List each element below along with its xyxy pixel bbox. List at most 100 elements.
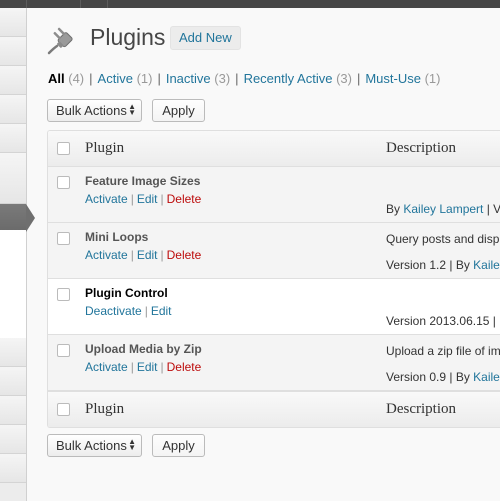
row-actions: Activate | Edit | Delete (85, 192, 201, 206)
filter-all[interactable]: All (4) (48, 71, 84, 86)
plugin-description: Upload a zip file of im (386, 344, 500, 358)
row-actions: Deactivate | Edit (85, 304, 172, 318)
edit-link[interactable]: Edit (137, 248, 158, 262)
edit-link[interactable]: Edit (151, 304, 172, 318)
row-checkbox[interactable] (57, 232, 70, 245)
filter-label: Must-Use (365, 71, 421, 86)
delete-link[interactable]: Delete (167, 248, 202, 262)
author-link[interactable]: Kaile (473, 370, 500, 384)
admin-menu-item[interactable] (0, 153, 26, 204)
meta-prefix: By (386, 202, 404, 216)
select-all-checkbox[interactable] (57, 403, 70, 416)
filter-count: (1) (424, 71, 441, 86)
admin-menu-item[interactable] (0, 95, 26, 124)
current-menu-arrow (26, 204, 35, 232)
filter-label: All (48, 71, 65, 86)
plugin-name: Upload Media by Zip (85, 342, 202, 356)
table-footer: Plugin Description (48, 391, 500, 427)
row-checkbox[interactable] (57, 176, 70, 189)
plug-icon (46, 22, 80, 56)
row-checkbox[interactable] (57, 344, 70, 357)
meta-prefix: Version 1.2 | By (386, 258, 474, 272)
filter-recently-active[interactable]: Recently Active (3) (244, 71, 352, 86)
admin-menu-item[interactable] (0, 66, 26, 95)
filter-separator: | (235, 71, 239, 86)
plugins-table: Plugin Description Feature Image Sizes A… (47, 130, 500, 428)
activate-link[interactable]: Activate (85, 248, 128, 262)
edit-link[interactable]: Edit (137, 360, 158, 374)
table-row: Upload Media by Zip Activate | Edit | Delete… (48, 335, 500, 391)
admin-menu-item[interactable] (0, 124, 26, 153)
author-link[interactable]: Kaile (473, 258, 500, 272)
add-new-button[interactable]: Add New (170, 26, 241, 50)
bulk-actions-label: Bulk Actions (56, 103, 127, 118)
delete-link[interactable]: Delete (167, 192, 202, 206)
table-row: Mini Loops Activate | Edit | Delete Query po… (48, 223, 500, 279)
row-actions: Activate | Edit | Delete (85, 360, 201, 374)
action-separator: | (130, 192, 134, 206)
filter-must-use[interactable]: Must-Use (1) (365, 71, 440, 86)
activate-link[interactable]: Activate (85, 360, 128, 374)
plugin-name: Mini Loops (85, 230, 149, 244)
filter-active[interactable]: Active (1) (98, 71, 153, 86)
filter-label: Inactive (165, 71, 211, 86)
status-filter-links: All (4) | Active (1) | Inactive (3) | Recently… (48, 71, 440, 86)
plugin-meta: Version 2013.06.15 | (386, 314, 496, 328)
filter-separator: | (157, 71, 161, 86)
filter-count: (4) (68, 71, 85, 86)
action-separator: | (130, 360, 134, 374)
admin-menu-item[interactable] (0, 338, 26, 367)
admin-menu-item[interactable] (0, 37, 26, 66)
admin-bar-divider (80, 0, 81, 8)
admin-menu-item[interactable] (0, 367, 26, 396)
column-description[interactable]: Description (386, 140, 456, 157)
apply-button[interactable]: Apply (152, 99, 205, 122)
row-checkbox[interactable] (57, 288, 70, 301)
filter-count: (3) (336, 71, 352, 86)
filter-label: Recently Active (243, 71, 333, 86)
filter-label: Active (97, 71, 133, 86)
admin-bar-divider (26, 0, 27, 8)
plugin-description: Query posts and disp (386, 232, 500, 246)
meta-suffix: | V (483, 202, 500, 216)
table-row: Feature Image Sizes Activate | Edit | Delete… (48, 167, 500, 223)
page-title: Plugins (90, 24, 166, 50)
plugin-name: Plugin Control (85, 286, 168, 300)
row-actions: Activate | Edit | Delete (85, 248, 201, 262)
column-plugin[interactable]: Plugin (85, 140, 124, 157)
action-separator: | (160, 360, 164, 374)
delete-link[interactable]: Delete (167, 360, 202, 374)
plugin-meta: Version 1.2 | By Kaile (386, 258, 500, 272)
filter-count: (3) (214, 71, 231, 86)
meta-prefix: Version 0.9 | By (386, 370, 474, 384)
admin-bar (0, 0, 500, 8)
table-row: Plugin Control Deactivate | Edit Version 2… (48, 279, 500, 335)
admin-bar-divider (107, 0, 108, 8)
column-plugin[interactable]: Plugin (85, 401, 124, 418)
action-separator: | (144, 304, 148, 318)
admin-menu-item[interactable] (0, 396, 26, 425)
filter-count: (1) (136, 71, 153, 86)
deactivate-link[interactable]: Deactivate (85, 304, 142, 318)
meta-prefix: Version 2013.06.15 | (386, 314, 496, 328)
edit-link[interactable]: Edit (137, 192, 158, 206)
admin-menu-item[interactable] (0, 425, 26, 454)
apply-button[interactable]: Apply (152, 434, 205, 457)
author-link[interactable]: Kailey Lampert (403, 202, 483, 216)
activate-link[interactable]: Activate (85, 192, 128, 206)
plugin-meta: By Kailey Lampert | V (386, 202, 500, 216)
filter-inactive[interactable]: Inactive (3) (166, 71, 230, 86)
bulk-actions-select[interactable]: Bulk Actions ▲ ▼ (47, 99, 142, 122)
action-separator: | (130, 248, 134, 262)
bulk-actions-select[interactable]: Bulk Actions ▲ ▼ (47, 434, 142, 457)
action-separator: | (160, 248, 164, 262)
updown-arrows-icon: ▲ ▼ (128, 102, 136, 117)
admin-menu-item[interactable] (0, 454, 26, 483)
column-description[interactable]: Description (386, 401, 456, 418)
select-all-checkbox[interactable] (57, 142, 70, 155)
table-header: Plugin Description (48, 131, 500, 167)
admin-menu-current-plugins[interactable] (0, 204, 35, 232)
admin-menu-item[interactable] (0, 8, 26, 37)
bulk-actions-label: Bulk Actions (56, 438, 127, 453)
plugin-name: Feature Image Sizes (85, 174, 201, 188)
